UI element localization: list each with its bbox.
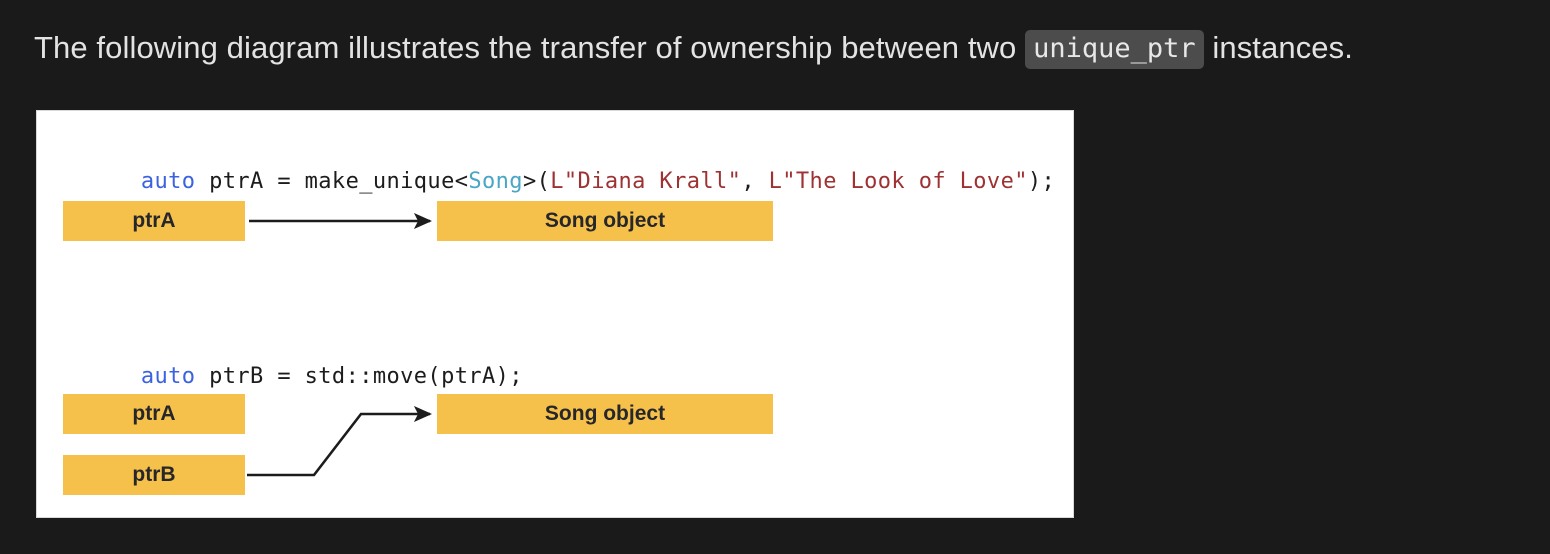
code-token-keyword: auto <box>140 169 196 194</box>
inline-code-unique-ptr: unique_ptr <box>1025 30 1204 69</box>
node-ptra-stage2: ptrA <box>63 394 245 434</box>
code-token-string: L"The Look of Love" <box>768 169 1028 194</box>
code-token-plain: ptrA = make_unique< <box>195 169 469 194</box>
node-label: ptrB <box>132 463 176 486</box>
code-token-plain: ptrB = std::move(ptrA); <box>195 364 523 389</box>
arrow-ptrb-to-song-stage2 <box>247 405 433 477</box>
page-root: The following diagram illustrates the tr… <box>0 0 1550 554</box>
code-token-string: L"Diana Krall" <box>550 169 742 194</box>
node-song-object-stage2: Song object <box>437 394 773 434</box>
code-token-plain: >( <box>522 169 551 194</box>
code-token-keyword: auto <box>140 364 196 389</box>
node-song-object-stage1: Song object <box>437 201 773 241</box>
diagram-figure: auto ptrA = make_unique<Song>(L"Diana Kr… <box>36 110 1074 518</box>
intro-text-after: instances. <box>1203 30 1353 65</box>
code-token-type: Song <box>468 169 523 194</box>
node-label: ptrA <box>132 209 176 232</box>
node-label: ptrA <box>132 402 176 425</box>
node-label: Song object <box>544 209 666 232</box>
code-token-plain: ); <box>1027 169 1056 194</box>
node-ptrb-stage2: ptrB <box>63 455 245 495</box>
intro-text-before: The following diagram illustrates the tr… <box>34 30 1026 65</box>
code-token-plain: , <box>741 169 769 194</box>
intro-paragraph: The following diagram illustrates the tr… <box>34 26 1353 70</box>
node-ptra-stage1: ptrA <box>63 201 245 241</box>
node-label: Song object <box>544 402 666 425</box>
